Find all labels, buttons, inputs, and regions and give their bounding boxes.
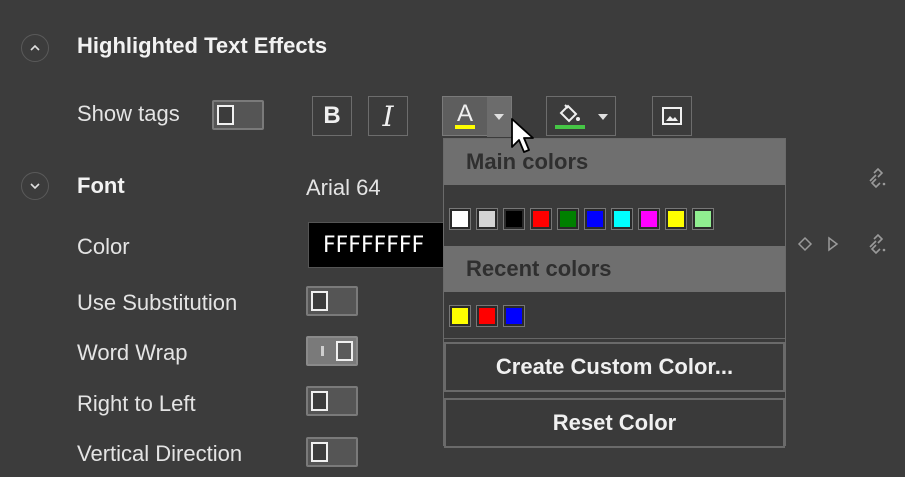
link-icon[interactable]	[866, 233, 888, 255]
section-title-effects: Highlighted Text Effects	[77, 33, 328, 58]
bold-button[interactable]: B	[312, 96, 352, 136]
italic-button[interactable]: I	[368, 96, 408, 136]
word-wrap-label: Word Wrap	[77, 340, 188, 365]
fill-color-dropdown-arrow[interactable]	[591, 97, 615, 137]
recent-colors-row	[449, 305, 525, 327]
chevron-down-icon	[494, 114, 504, 120]
right-to-left-label: Right to Left	[77, 391, 196, 416]
color-value-field[interactable]: FFFFFFFF	[308, 222, 448, 268]
collapse-effects-button[interactable]	[21, 34, 49, 62]
text-color-button[interactable]: A	[443, 97, 487, 137]
chevron-down-icon	[30, 183, 40, 190]
fill-color-accent-bar	[555, 125, 585, 129]
main-color-swatch[interactable]	[530, 208, 552, 230]
text-color-icon: A	[456, 100, 473, 127]
main-color-swatch[interactable]	[692, 208, 714, 230]
color-label: Color	[77, 234, 130, 259]
vertical-direction-toggle[interactable]	[306, 437, 358, 467]
main-color-swatch[interactable]	[503, 208, 525, 230]
paint-bucket-icon	[559, 104, 580, 123]
image-button[interactable]	[652, 96, 692, 136]
color-dropdown: Main colors Recent colors Create Custom …	[443, 138, 786, 448]
section-title-font: Font	[77, 173, 125, 198]
fill-color-button[interactable]	[547, 97, 591, 137]
recent-colors-header: Recent colors	[444, 246, 785, 292]
link-icon[interactable]	[866, 167, 888, 189]
recent-color-swatch[interactable]	[449, 305, 471, 327]
text-color-accent-bar	[455, 125, 475, 129]
text-color-dropdown-arrow[interactable]	[487, 97, 511, 137]
mouse-cursor-icon	[511, 118, 534, 153]
text-color-split-button: A	[442, 96, 512, 137]
main-colors-row	[449, 208, 714, 230]
reset-color-button[interactable]: Reset Color	[444, 398, 785, 448]
recent-color-swatch[interactable]	[503, 305, 525, 327]
use-substitution-toggle[interactable]	[306, 286, 358, 316]
main-color-swatch[interactable]	[584, 208, 606, 230]
chevron-down-icon	[598, 114, 608, 120]
right-to-left-toggle[interactable]	[306, 386, 358, 416]
main-color-swatch[interactable]	[638, 208, 660, 230]
main-colors-header: Main colors	[444, 139, 785, 185]
keyframe-diamond-icon[interactable]	[797, 236, 813, 252]
properties-panel: Highlighted Text Effects Show tags B I A	[0, 0, 905, 477]
main-color-swatch[interactable]	[557, 208, 579, 230]
main-color-swatch[interactable]	[449, 208, 471, 230]
word-wrap-toggle[interactable]	[306, 336, 358, 366]
create-custom-color-button[interactable]: Create Custom Color...	[444, 342, 785, 392]
main-color-swatch[interactable]	[476, 208, 498, 230]
play-arrow-icon[interactable]	[826, 236, 840, 252]
recent-color-swatch[interactable]	[476, 305, 498, 327]
fill-color-split-button	[546, 96, 616, 136]
image-icon	[662, 107, 682, 125]
main-color-swatch[interactable]	[611, 208, 633, 230]
vertical-direction-label: Vertical Direction	[77, 441, 243, 466]
show-tags-toggle[interactable]	[212, 100, 264, 130]
show-tags-label: Show tags	[77, 101, 180, 126]
font-value[interactable]: Arial 64	[306, 175, 381, 201]
use-substitution-label: Use Substitution	[77, 290, 238, 315]
main-color-swatch[interactable]	[665, 208, 687, 230]
collapse-font-button[interactable]	[21, 172, 49, 200]
chevron-up-icon	[30, 44, 40, 51]
